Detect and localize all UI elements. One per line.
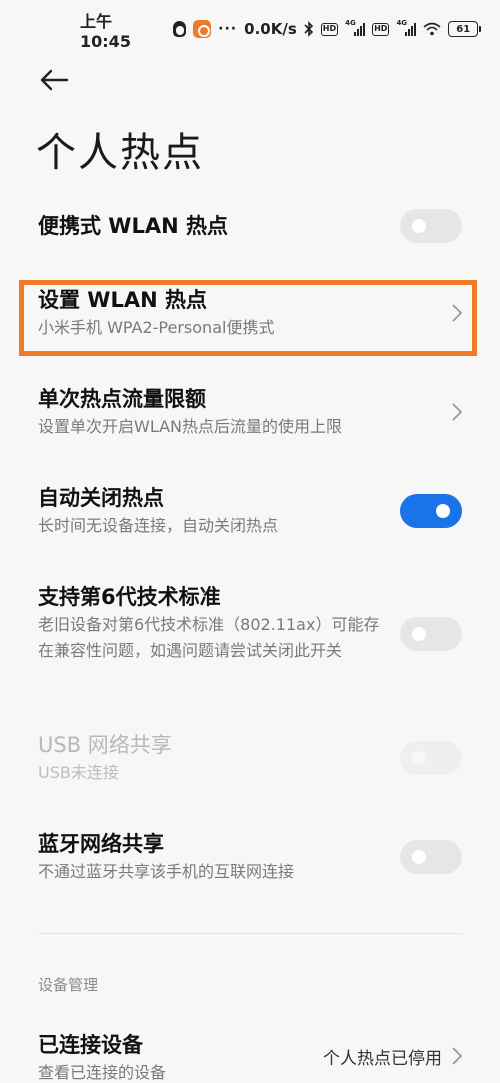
battery-icon: 61 (448, 21, 481, 37)
section-divider (38, 933, 462, 934)
setup-hotspot-row[interactable]: 设置 WLAN 热点 小米手机 WPA2-Personal便携式 (0, 285, 500, 345)
auto-off-title: 自动关闭热点 (38, 486, 164, 510)
chevron-right-icon (452, 304, 463, 322)
more-notifications-icon: ··· (218, 21, 238, 37)
usb-tether-toggle (400, 741, 462, 775)
hd-voice-icon-2: HD (372, 22, 390, 36)
connected-devices-status: 个人热点已停用 (323, 1049, 442, 1069)
network-type-label-2: 4G (396, 19, 408, 27)
bt-tether-subtitle: 不通过蓝牙共享该手机的互联网连接 (38, 862, 295, 881)
auto-off-toggle[interactable] (400, 494, 462, 528)
device-management-header: 设备管理 (38, 976, 99, 994)
portable-hotspot-row[interactable]: 便携式 WLAN 热点 (0, 208, 500, 248)
usb-tether-row: USB 网络共享 USB未连接 (0, 730, 500, 790)
wifi6-subtitle: 老旧设备对第6代技术标准（802.11ax）可能存在兼容性问题，如遇问题请尝试关… (38, 615, 380, 660)
signal-strength-icon: 4G (345, 19, 366, 36)
bt-tether-title: 蓝牙网络共享 (38, 832, 164, 856)
page-title: 个人热点 (36, 130, 204, 176)
chevron-right-icon (452, 1047, 463, 1065)
usb-tether-subtitle: USB未连接 (38, 763, 119, 782)
network-speed: 0.0K/s (244, 20, 297, 38)
bt-tether-toggle[interactable] (400, 840, 462, 874)
auto-off-row[interactable]: 自动关闭热点 长时间无设备连接，自动关闭热点 (0, 483, 500, 543)
auto-off-subtitle: 长时间无设备连接，自动关闭热点 (38, 516, 279, 535)
connected-devices-row[interactable]: 已连接设备 查看已连接的设备 个人热点已停用 (0, 1030, 500, 1083)
usb-tether-title: USB 网络共享 (38, 733, 172, 757)
status-bar: 上午10:45 ··· 0.0K/s HD 4G HD 4G 61 (0, 0, 500, 58)
network-type-label: 4G (345, 19, 356, 27)
signal-strength-icon-2: 4G (396, 19, 417, 36)
data-limit-row[interactable]: 单次热点流量限额 设置单次开启WLAN热点后流量的使用上限 (0, 384, 500, 444)
bt-tether-row[interactable]: 蓝牙网络共享 不通过蓝牙共享该手机的互联网连接 (0, 829, 500, 889)
data-limit-subtitle: 设置单次开启WLAN热点后流量的使用上限 (38, 417, 343, 436)
status-time: 上午10:45 (80, 11, 131, 51)
wifi6-toggle[interactable] (400, 617, 462, 651)
app-notification-icon (193, 20, 212, 38)
setup-hotspot-title: 设置 WLAN 热点 (38, 288, 207, 312)
portable-hotspot-toggle[interactable] (400, 209, 462, 243)
setup-hotspot-subtitle: 小米手机 WPA2-Personal便携式 (38, 318, 275, 337)
wifi6-row[interactable]: 支持第6代技术标准 老旧设备对第6代技术标准（802.11ax）可能存在兼容性问… (0, 582, 500, 692)
arrow-left-icon (40, 69, 69, 91)
portable-hotspot-title: 便携式 WLAN 热点 (38, 214, 228, 238)
data-limit-title: 单次热点流量限额 (38, 387, 206, 411)
wifi-icon (423, 22, 441, 36)
wifi6-title: 支持第6代技术标准 (38, 585, 221, 609)
back-button[interactable] (36, 62, 72, 98)
hd-voice-icon: HD (320, 22, 339, 36)
bluetooth-icon (304, 21, 314, 37)
qq-icon (172, 21, 187, 37)
chevron-right-icon (452, 403, 463, 421)
